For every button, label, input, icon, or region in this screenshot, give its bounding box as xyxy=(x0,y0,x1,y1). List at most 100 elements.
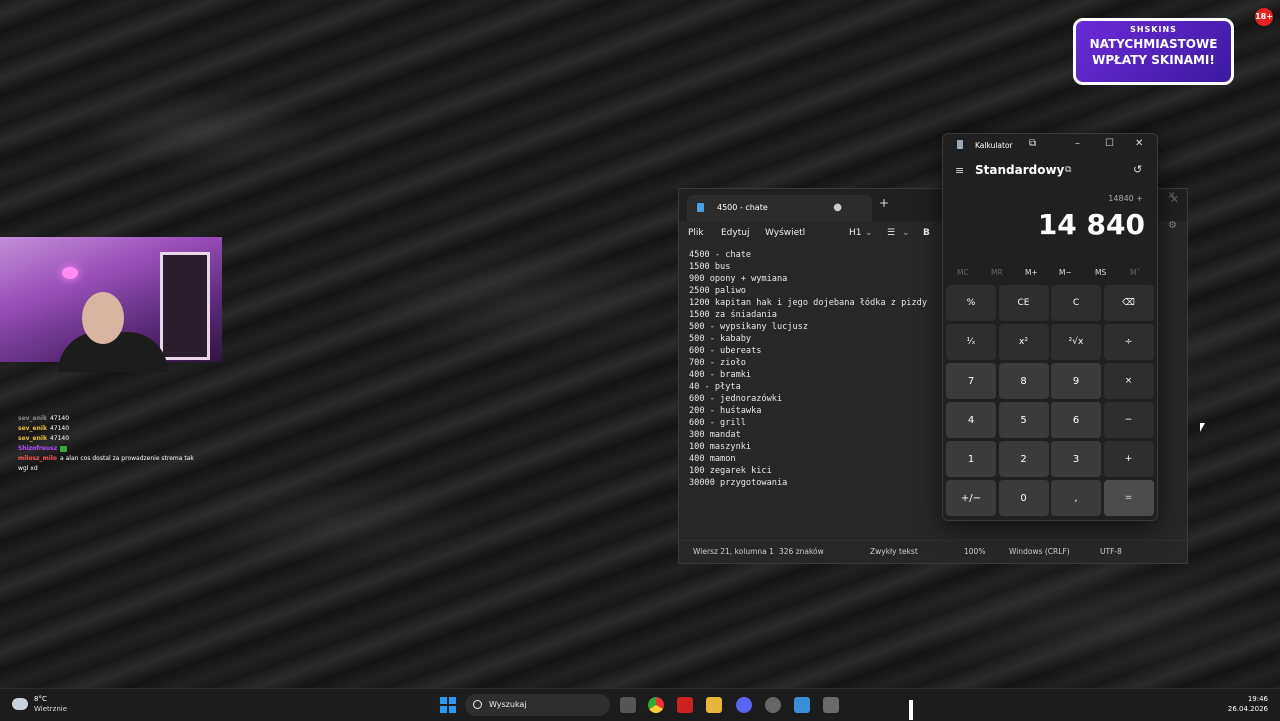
equals-button[interactable]: = xyxy=(1103,480,1154,516)
document-icon xyxy=(697,203,704,212)
clear-entry-button[interactable]: CE xyxy=(998,285,1049,321)
neon-lamp xyxy=(62,267,78,279)
digit-5-button[interactable]: 5 xyxy=(998,402,1049,438)
mouse-cursor xyxy=(1200,423,1205,432)
streamer-head xyxy=(82,292,124,344)
divide-button[interactable]: ÷ xyxy=(1103,324,1154,360)
notepad-icon[interactable] xyxy=(794,697,810,713)
calculator-icon[interactable] xyxy=(823,697,839,713)
webcam-feed xyxy=(0,237,222,372)
digit-1-button[interactable]: 1 xyxy=(946,441,996,477)
memory-store-button[interactable]: MS xyxy=(1095,268,1106,277)
percent-button[interactable]: % xyxy=(946,285,996,321)
hamburger-menu-icon[interactable]: ≡ xyxy=(955,164,964,177)
history-icon[interactable]: ↺ xyxy=(1133,163,1142,176)
weather-desc[interactable]: Wietrznie xyxy=(34,705,67,713)
text-line[interactable]: 1200 kapitan hak i jego dojebana łódka z… xyxy=(689,297,939,309)
digit-0-button[interactable]: 0 xyxy=(998,480,1049,516)
text-line[interactable]: 1500 bus xyxy=(689,261,939,273)
text-line[interactable]: 100 zegarek kici xyxy=(689,465,939,477)
clock-date[interactable]: 26.04.2026 xyxy=(1228,705,1268,713)
opera-icon[interactable] xyxy=(677,697,693,713)
menu-view[interactable]: Wyświetl xyxy=(765,228,805,238)
digit-8-button[interactable]: 8 xyxy=(998,363,1049,399)
task-view-icon[interactable] xyxy=(620,697,636,713)
digit-6-button[interactable]: 6 xyxy=(1051,402,1101,438)
backspace-button[interactable]: ⌫ xyxy=(1103,285,1154,321)
promo-line-1: NATYCHMIASTOWE xyxy=(1089,37,1218,51)
new-tab-button[interactable]: + xyxy=(879,196,889,210)
compact-overlay-icon[interactable]: ⧉ xyxy=(1065,165,1071,175)
notepad-editor[interactable]: 4500 - chate 1500 bus 900 opony + wymiana 2… xyxy=(689,249,939,489)
bold-button[interactable]: B xyxy=(923,228,930,238)
weather-temp[interactable]: 8°C xyxy=(34,695,47,703)
text-line[interactable]: 200 - huśtawka xyxy=(689,405,939,417)
text-line[interactable]: 600 - grill xyxy=(689,417,939,429)
taskbar: 8°C Wietrznie Wyszukaj 19:46 26.04.2026 xyxy=(0,688,1280,721)
folder-icon[interactable] xyxy=(706,697,722,713)
chevron-down-icon[interactable]: ⌄ xyxy=(902,228,910,238)
text-line[interactable]: 2500 paliwo xyxy=(689,285,939,297)
chat-text: 47140 xyxy=(49,425,70,432)
chat-user: milosz_milo xyxy=(18,455,58,462)
decimal-button[interactable]: , xyxy=(1051,480,1101,516)
text-line[interactable]: 1500 za śniadania xyxy=(689,309,939,321)
negate-button[interactable]: +/− xyxy=(946,480,996,516)
maximize-icon[interactable]: ☐ xyxy=(1105,138,1114,149)
memory-recall-button[interactable]: MR xyxy=(991,268,1003,277)
calculator-window[interactable]: Kalkulator ⧉ – ☐ ✕ ≡ Standardowy ⧉ ↺ 148… xyxy=(942,133,1158,521)
digit-9-button[interactable]: 9 xyxy=(1051,363,1101,399)
text-line[interactable]: 600 - jednorazówki xyxy=(689,393,939,405)
cursor-position: Wiersz 21, kolumna 1 xyxy=(693,547,774,556)
text-line[interactable]: 900 opony + wymiana xyxy=(689,273,939,285)
calculator-expression: 14840 + xyxy=(1108,194,1143,203)
memory-clear-button[interactable]: MC xyxy=(957,268,969,277)
memory-list-button[interactable]: M˅ xyxy=(1130,268,1140,277)
chat-user: sev_enik xyxy=(18,435,47,442)
close-icon[interactable]: ✕ xyxy=(1135,138,1143,149)
memory-subtract-button[interactable]: M− xyxy=(1059,268,1072,277)
square-root-button[interactable]: ²√x xyxy=(1051,324,1101,360)
text-line[interactable]: 100 maszynki xyxy=(689,441,939,453)
settings-icon[interactable] xyxy=(765,697,781,713)
text-line[interactable]: 40 - płyta xyxy=(689,381,939,393)
start-button[interactable] xyxy=(440,697,456,713)
notepad-tab[interactable]: 4500 - chate ● xyxy=(687,195,872,221)
digit-7-button[interactable]: 7 xyxy=(946,363,996,399)
taskbar-search[interactable]: Wyszukaj xyxy=(465,694,610,716)
text-line[interactable]: 30000 przygotowania xyxy=(689,477,939,489)
unsaved-dot-icon[interactable]: ● xyxy=(833,195,842,221)
digit-2-button[interactable]: 2 xyxy=(998,441,1049,477)
heading-dropdown[interactable]: H1 xyxy=(849,228,862,238)
clear-button[interactable]: C xyxy=(1051,285,1101,321)
chrome-icon[interactable] xyxy=(648,697,664,713)
minimize-icon[interactable]: – xyxy=(1075,138,1080,149)
clock-time[interactable]: 19:46 xyxy=(1248,695,1268,703)
text-line[interactable]: 600 - ubereats xyxy=(689,345,939,357)
multiply-button[interactable]: × xyxy=(1103,363,1154,399)
reciprocal-button[interactable]: ¹⁄ₓ xyxy=(946,324,996,360)
digit-3-button[interactable]: 3 xyxy=(1051,441,1101,477)
chevron-down-icon[interactable]: ⌄ xyxy=(865,228,873,238)
text-line[interactable]: 400 - bramki xyxy=(689,369,939,381)
list-icon[interactable]: ☰ xyxy=(887,228,895,238)
square-button[interactable]: x² xyxy=(998,324,1049,360)
text-line[interactable]: 300 mandat xyxy=(689,429,939,441)
plus-button[interactable]: + xyxy=(1103,441,1154,477)
text-line[interactable]: 4500 - chate xyxy=(689,249,939,261)
menu-file[interactable]: Plik xyxy=(688,228,704,238)
memory-add-button[interactable]: M+ xyxy=(1025,268,1038,277)
keep-on-top-icon[interactable]: ⧉ xyxy=(1029,138,1036,149)
text-line[interactable]: 400 mamon xyxy=(689,453,939,465)
menu-edit[interactable]: Edytuj xyxy=(721,228,749,238)
close-icon[interactable]: ✕ xyxy=(1168,191,1176,201)
digit-4-button[interactable]: 4 xyxy=(946,402,996,438)
minus-button[interactable]: − xyxy=(1103,402,1154,438)
gear-icon[interactable]: ⚙ xyxy=(1168,220,1177,231)
text-line[interactable]: 500 - wypsikany lucjusz xyxy=(689,321,939,333)
weather-icon[interactable] xyxy=(12,698,28,710)
discord-icon[interactable] xyxy=(736,697,752,713)
text-line[interactable]: 700 - zioło xyxy=(689,357,939,369)
text-line[interactable]: 500 - kababy xyxy=(689,333,939,345)
zoom-level[interactable]: 100% xyxy=(964,547,985,556)
